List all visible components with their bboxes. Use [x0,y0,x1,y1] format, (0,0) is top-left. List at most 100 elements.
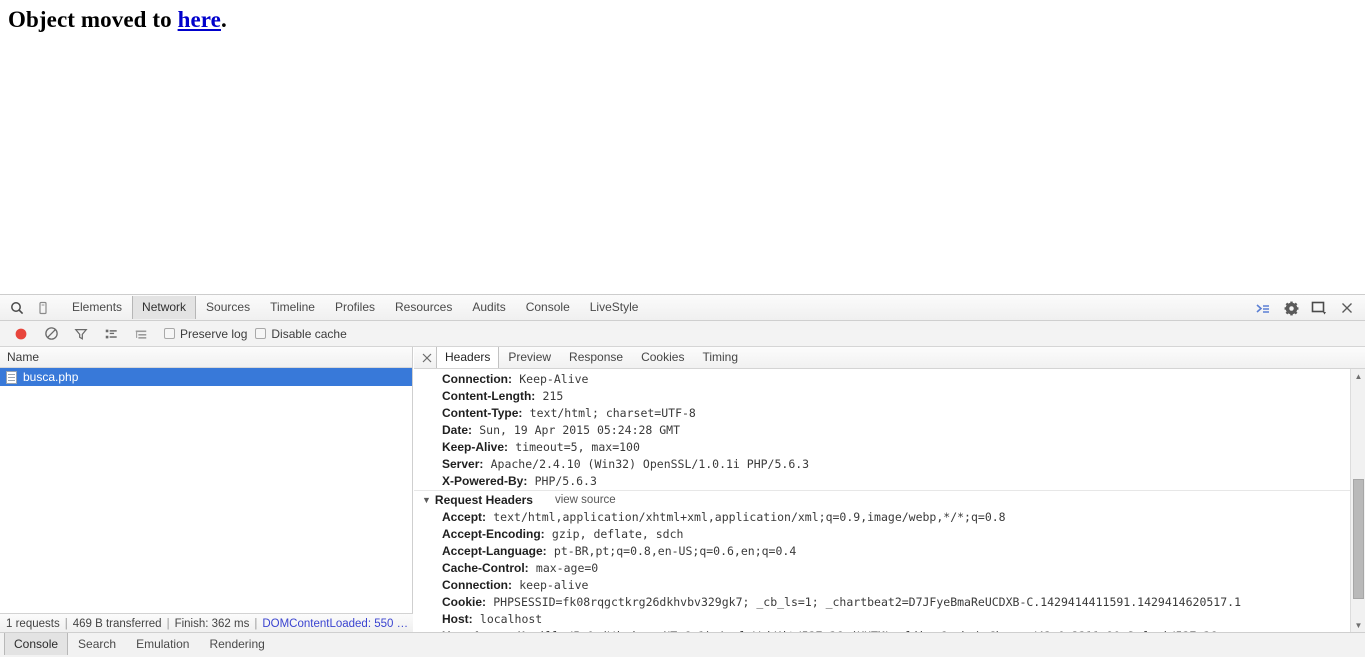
here-link[interactable]: here [178,7,221,32]
close-icon[interactable] [418,347,436,368]
dock-side-icon[interactable] [1305,295,1333,321]
tab-console-label: Console [525,300,570,314]
header-value: Keep-Alive [519,372,589,386]
tab-elements[interactable]: Elements [62,296,132,319]
header-value: gzip, deflate, sdch [551,527,684,541]
tab-console[interactable]: Console [516,296,580,319]
header-row: Connection: keep-alive [414,577,1365,594]
header-key: Accept-Encoding: [442,527,545,541]
toolbar-right-controls [1249,295,1361,321]
tab-cookies-label: Cookies [641,350,685,364]
header-row: Date: Sun, 19 Apr 2015 05:24:28 GMT [414,422,1365,439]
tab-response[interactable]: Response [560,347,632,368]
tab-cookies[interactable]: Cookies [632,347,693,368]
tab-timing-label: Timing [702,350,739,364]
header-key: Content-Type: [442,406,523,420]
header-row: Keep-Alive: timeout=5, max=100 [414,439,1365,456]
request-headers-section-title[interactable]: ▼ Request Headers view source [414,490,1365,509]
tab-headers-label: Headers [445,350,491,364]
tab-resources[interactable]: Resources [385,296,462,319]
close-icon[interactable] [1333,295,1361,321]
header-row: Cookie: PHPSESSID=fk08rqgctkrg26dkhvbv32… [414,594,1365,611]
column-header-name: Name [7,350,40,364]
status-separator-3: | [254,617,258,630]
tab-profiles-label: Profiles [334,300,375,314]
request-list-pane: Name busca.php [0,347,413,633]
tab-headers[interactable]: Headers [436,347,500,368]
gear-icon[interactable] [1277,295,1305,321]
header-key: Accept: [442,510,487,524]
request-detail-pane: Headers Preview Response Cookies Timing … [414,347,1365,633]
tab-timing[interactable]: Timing [693,347,747,368]
drawer-tab-search-label: Search [78,637,117,651]
header-value: Sun, 19 Apr 2015 05:24:28 GMT [479,423,681,437]
headers-list: Connection: Keep-Alive Content-Length: 2… [414,369,1365,633]
disable-cache-checkbox-box[interactable] [255,328,267,339]
status-domcontentloaded: DOMContentLoaded: 550 … [262,617,409,630]
header-value: 215 [542,389,564,403]
drawer-tab-rendering-label: Rendering [209,637,265,651]
search-icon[interactable] [4,296,30,320]
request-list-column-header[interactable]: Name [0,347,412,368]
preserve-log-checkbox-box[interactable] [164,328,175,339]
scrollbar-thumb[interactable] [1353,479,1364,599]
header-value: timeout=5, max=100 [515,440,640,454]
device-mode-icon[interactable] [30,296,56,320]
header-value: text/html,application/xhtml+xml,applicat… [493,510,1006,524]
status-separator-2: | [166,617,170,630]
tab-elements-label: Elements [72,300,123,314]
headers-scroll-area: Connection: Keep-Alive Content-Length: 2… [414,369,1365,633]
drawer-tab-search[interactable]: Search [68,633,126,655]
chevron-down-icon[interactable]: ▼ [422,491,431,509]
record-button-icon[interactable] [6,322,36,346]
document-icon [6,370,17,384]
tab-network-label: Network [142,300,187,314]
drawer-tab-rendering[interactable]: Rendering [199,633,274,655]
console-drawer-icon[interactable] [1249,295,1277,321]
disable-cache-label: Disable cache [271,326,347,341]
status-finish: Finish: 362 ms [174,617,250,630]
scrollbar-down-arrow-icon[interactable]: ▼ [1351,618,1365,633]
scrollbar-up-arrow-icon[interactable]: ▲ [1351,369,1365,384]
header-key: Cookie: [442,595,487,609]
header-row: Host: localhost [414,611,1365,628]
disable-cache-checkbox[interactable]: Disable cache [255,326,347,341]
header-key: Content-Length: [442,389,536,403]
network-status-bar: 1 requests | 469 B transferred | Finish:… [0,613,413,633]
network-filter-bar: Preserve log Disable cache [0,321,1365,347]
devtools-tab-strip: Elements Network Sources Timeline Profil… [62,295,648,320]
devtools-panel: Elements Network Sources Timeline Profil… [0,294,1365,657]
page-title-text-after: . [221,7,227,32]
table-row[interactable]: busca.php [0,368,412,386]
preserve-log-checkbox[interactable]: Preserve log [164,327,247,341]
header-row: X-Powered-By: PHP/5.6.3 [414,473,1365,490]
status-separator-1: | [64,617,68,630]
page-title: Object moved to here. [0,0,1365,33]
tab-resources-label: Resources [395,300,453,314]
status-requests: 1 requests [6,617,60,630]
header-row: Accept: text/html,application/xhtml+xml,… [414,509,1365,526]
header-key: Connection: [442,578,512,592]
filter-funnel-icon[interactable] [66,322,96,346]
tab-audits[interactable]: Audits [462,296,515,319]
drawer-tab-console[interactable]: Console [4,633,69,655]
tab-preview[interactable]: Preview [499,347,560,368]
tab-response-label: Response [569,350,624,364]
tab-livestyle[interactable]: LiveStyle [580,296,649,319]
tab-timeline[interactable]: Timeline [260,296,325,319]
drawer-tab-emulation[interactable]: Emulation [126,633,199,655]
tab-profiles[interactable]: Profiles [325,296,385,319]
group-by-frame-icon[interactable] [126,322,156,346]
header-value: text/html; charset=UTF-8 [529,406,696,420]
tab-preview-label: Preview [508,350,552,364]
large-rows-icon[interactable] [96,322,126,346]
status-transferred: 469 B transferred [72,617,162,630]
drawer-tab-emulation-label: Emulation [136,637,190,651]
header-key: Date: [442,423,473,437]
tab-network[interactable]: Network [132,296,197,319]
request-name: busca.php [23,370,79,384]
headers-scrollbar[interactable]: ▲ ▼ [1350,369,1365,633]
clear-icon[interactable] [36,322,66,346]
tab-sources[interactable]: Sources [196,296,260,319]
view-source-link[interactable]: view source [555,491,616,509]
